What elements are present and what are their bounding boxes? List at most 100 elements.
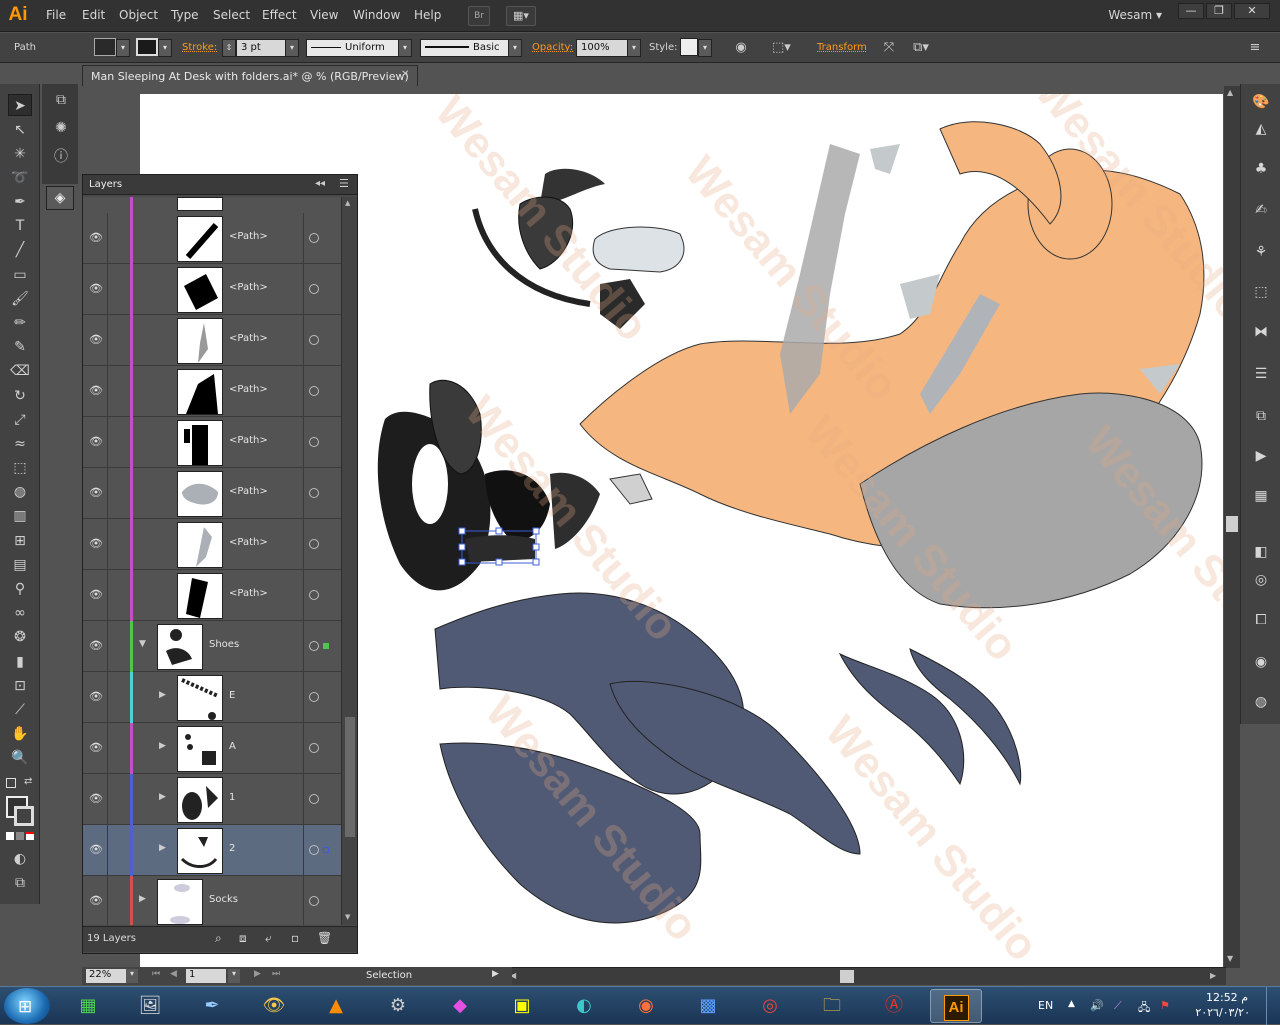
layer-name[interactable]: <Path> xyxy=(229,435,268,446)
graphic-styles-panel-icon[interactable]: ◉ xyxy=(1251,654,1271,674)
blend-tool-icon[interactable]: ∞ xyxy=(8,602,32,624)
layer-name[interactable]: <Path> xyxy=(229,333,268,344)
symbol-sprayer-tool-icon[interactable]: ❂ xyxy=(8,626,32,648)
visibility-eye-icon[interactable]: 👁 xyxy=(89,792,103,806)
pen-tool-icon[interactable]: ✒ xyxy=(8,191,32,213)
layer-row[interactable]: 👁 <Path> xyxy=(83,315,341,366)
transform-again-icon[interactable]: ⤧ xyxy=(880,39,898,57)
volume-icon[interactable]: 🔊 xyxy=(1090,999,1104,1012)
rectangle-tool-icon[interactable]: ▭ xyxy=(8,264,32,286)
next-artboard-icon[interactable]: ▶ xyxy=(254,969,261,979)
scroll-down-icon[interactable]: ▼ xyxy=(1227,954,1233,963)
expand-triangle-icon[interactable]: ▶ xyxy=(159,690,166,700)
status-menu-icon[interactable]: ▶ xyxy=(492,969,499,979)
lock-column[interactable] xyxy=(107,876,108,925)
layer-target-icon[interactable] xyxy=(309,386,319,396)
make-clipping-mask-icon[interactable]: ⧈ xyxy=(239,931,247,946)
panel-menu-icon[interactable]: ≡ xyxy=(1246,39,1264,57)
taskbar-app-brush[interactable]: ✒ xyxy=(186,989,238,1023)
zoom-dropdown-icon[interactable]: ▾ xyxy=(126,969,138,983)
layer-target-icon[interactable] xyxy=(309,488,319,498)
color-mode-icon[interactable] xyxy=(6,832,14,840)
layer-name[interactable]: Shoes xyxy=(209,639,239,650)
close-button[interactable]: ✕ xyxy=(1234,3,1270,19)
taskbar-app-eye[interactable]: 👁 xyxy=(248,989,300,1023)
vertical-scrollbar[interactable]: ▲ ▼ xyxy=(1224,86,1240,968)
layer-name[interactable]: <Path> xyxy=(229,486,268,497)
stroke-label[interactable]: Stroke: xyxy=(182,42,217,53)
artboard-dropdown-icon[interactable]: ▾ xyxy=(228,969,240,983)
previous-artboard-icon[interactable]: ◀ xyxy=(170,969,177,979)
brushes-panel-icon[interactable]: ✍ xyxy=(1251,202,1271,222)
graphic-style-swatch[interactable] xyxy=(680,38,698,56)
shape-builder-tool-icon[interactable]: ◍ xyxy=(8,481,32,503)
stroke-panel-icon[interactable]: ▦ xyxy=(1251,488,1271,508)
visibility-eye-icon[interactable]: 👁 xyxy=(89,282,103,296)
layer-name[interactable]: 1 xyxy=(229,792,235,803)
opacity-field[interactable]: 100% xyxy=(576,39,628,57)
appearance-panel-icon[interactable]: ⧠ xyxy=(1251,612,1271,632)
lock-column[interactable] xyxy=(107,519,108,570)
layers-scroll-up-icon[interactable]: ▲ xyxy=(345,199,350,207)
free-transform-tool-icon[interactable]: ⬚ xyxy=(8,457,32,479)
layer-row[interactable]: 👁 ▶ A xyxy=(83,723,341,774)
visibility-eye-icon[interactable]: 👁 xyxy=(89,486,103,500)
line-tool-icon[interactable]: ╱ xyxy=(8,239,32,261)
mesh-tool-icon[interactable]: ⊞ xyxy=(8,530,32,552)
fill-dropdown-arrow[interactable]: ▾ xyxy=(116,39,130,57)
symbols-panel-icon[interactable]: ✺ xyxy=(50,120,72,140)
visibility-eye-icon[interactable]: 👁 xyxy=(89,435,103,449)
layer-name[interactable]: <Path> xyxy=(229,537,268,548)
horizontal-scroll-thumb[interactable] xyxy=(840,970,854,983)
menu-type[interactable]: Type xyxy=(171,8,199,22)
align-selection-icon[interactable]: ⬚▾ xyxy=(772,39,791,57)
layer-row[interactable]: 👁 ▶ 1 xyxy=(83,774,341,825)
lock-column[interactable] xyxy=(107,723,108,774)
first-artboard-icon[interactable]: ⏮ xyxy=(152,969,160,979)
layers-scroll-thumb[interactable] xyxy=(345,717,355,837)
lasso-tool-icon[interactable]: ➰ xyxy=(8,167,32,189)
create-sublayer-icon[interactable]: ⤶ xyxy=(265,931,272,946)
layer-row[interactable]: 👁 <Path> xyxy=(83,468,341,519)
layer-row[interactable]: 👁 <Path> xyxy=(83,519,341,570)
visibility-eye-icon[interactable]: 👁 xyxy=(89,894,103,908)
lock-column[interactable] xyxy=(107,825,108,876)
pathfinder-panel-icon[interactable]: ⧉ xyxy=(1251,408,1271,428)
layer-row[interactable]: 👁 ▶ E xyxy=(83,672,341,723)
layer-target-icon[interactable] xyxy=(309,233,319,243)
minimize-button[interactable]: — xyxy=(1178,3,1204,19)
scroll-right-icon[interactable]: ▶ xyxy=(1210,971,1216,980)
delete-layer-icon[interactable]: 🗑 xyxy=(317,931,332,945)
taskbar-app-illustrator[interactable]: Ai xyxy=(930,989,982,1023)
expand-triangle-icon[interactable]: ▶ xyxy=(139,894,146,904)
hand-tool-icon[interactable]: ✋ xyxy=(8,723,32,745)
gradient-mode-icon[interactable] xyxy=(16,832,24,840)
layers-menu-icon[interactable]: ☰ xyxy=(339,177,349,190)
style-dropdown[interactable]: ▾ xyxy=(698,39,712,57)
menu-select[interactable]: Select xyxy=(213,8,250,22)
visibility-eye-icon[interactable]: 👁 xyxy=(89,690,103,704)
selection-indicator[interactable] xyxy=(323,847,329,853)
action-center-icon[interactable]: ⚑ xyxy=(1160,999,1170,1012)
taskbar-app-chrome[interactable]: ◎ xyxy=(744,989,796,1023)
layer-name[interactable]: <Path> xyxy=(229,282,268,293)
restore-button[interactable]: ❐ xyxy=(1206,3,1232,19)
layer-row[interactable]: 👁 <Path> xyxy=(83,213,341,264)
stroke-color-icon[interactable] xyxy=(14,806,34,826)
sock-piece[interactable] xyxy=(609,473,653,505)
gradient-tool-icon[interactable]: ▤ xyxy=(8,554,32,576)
scroll-up-icon[interactable]: ▲ xyxy=(1227,88,1233,97)
arrange-documents-button[interactable]: ▦▾ xyxy=(506,6,536,26)
type-tool-icon[interactable]: T xyxy=(8,215,32,237)
layer-row[interactable]: 👁 <Path> xyxy=(83,264,341,315)
color-guide-panel-icon[interactable]: ◭ xyxy=(1251,121,1271,141)
taskbar-app-autodesk[interactable]: Ⓐ xyxy=(868,989,920,1023)
visibility-eye-icon[interactable]: 👁 xyxy=(89,333,103,347)
show-desktop-button[interactable] xyxy=(1266,987,1280,1025)
color-panel-icon[interactable]: 🎨 xyxy=(1251,94,1271,114)
opacity-dropdown[interactable]: ▾ xyxy=(627,39,641,57)
menu-edit[interactable]: Edit xyxy=(82,8,105,22)
swatches-panel-icon[interactable]: ♣ xyxy=(1251,161,1271,181)
perspective-grid-tool-icon[interactable]: ▥ xyxy=(8,505,32,527)
start-button[interactable]: ⊞ xyxy=(4,988,50,1024)
